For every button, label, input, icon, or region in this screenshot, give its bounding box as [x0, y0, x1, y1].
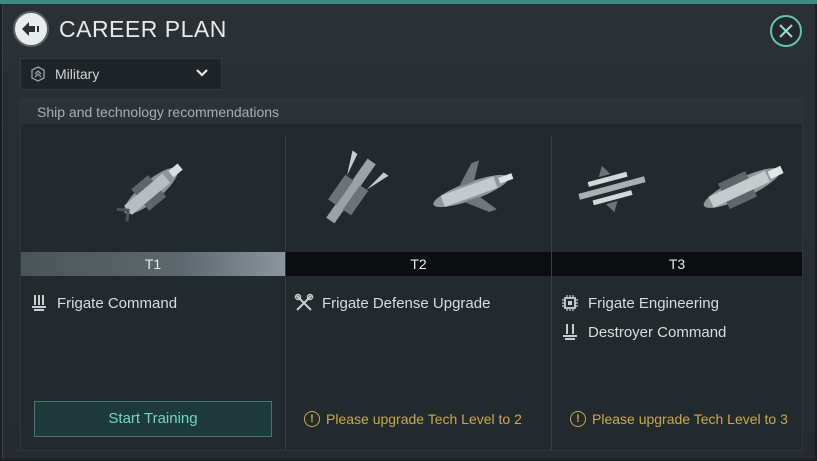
- wrench-icon: [294, 293, 314, 313]
- close-button[interactable]: [770, 15, 802, 47]
- tier-t1-tab[interactable]: T1: [21, 252, 285, 276]
- page-title: CAREER PLAN: [59, 16, 227, 42]
- dropdown-selected-value: Military: [55, 66, 100, 82]
- career-plan-window: CAREER PLAN Military Ship and technology…: [2, 4, 815, 459]
- frigate-ship-image[interactable]: [552, 136, 802, 248]
- command-icon: [29, 293, 49, 313]
- back-arrow-icon: [21, 21, 41, 37]
- chevron-down-icon: [195, 68, 209, 78]
- start-training-button[interactable]: Start Training: [34, 401, 272, 437]
- career-dropdown[interactable]: Military: [20, 58, 222, 90]
- tier-t3-tab[interactable]: T3: [552, 252, 802, 276]
- command-icon: [560, 322, 580, 342]
- panel-heading: Ship and technology recommendations: [21, 100, 802, 124]
- recommendations-panel: Ship and technology recommendations T1 F…: [20, 99, 803, 451]
- tier-t2-tab[interactable]: T2: [286, 252, 551, 276]
- skill-destroyer-command[interactable]: Destroyer Command: [560, 322, 726, 342]
- back-button[interactable]: [13, 11, 49, 47]
- ship-images: [21, 136, 285, 248]
- skill-label: Frigate Engineering: [588, 294, 719, 312]
- close-icon: [779, 24, 793, 38]
- tier-column-t2: T2 Frigate Defense Upgrade ! Please upgr…: [286, 136, 551, 450]
- skill-label: Frigate Command: [57, 294, 178, 312]
- warning-text: Please upgrade Tech Level to 2: [326, 411, 522, 427]
- chip-icon: [560, 293, 580, 313]
- warning-text: Please upgrade Tech Level to 3: [592, 411, 788, 427]
- tech-level-warning: ! Please upgrade Tech Level to 3: [570, 411, 788, 427]
- skill-frigate-defense-upgrade[interactable]: Frigate Defense Upgrade: [294, 293, 490, 313]
- tier-column-t1: T1 Frigate Command Start Training: [21, 136, 285, 450]
- skill-frigate-command[interactable]: Frigate Command: [29, 293, 177, 313]
- tech-level-warning: ! Please upgrade Tech Level to 2: [304, 411, 522, 427]
- skill-label: Frigate Defense Upgrade: [322, 294, 491, 312]
- skill-frigate-engineering[interactable]: Frigate Engineering: [560, 293, 719, 313]
- ship-images: [552, 136, 802, 248]
- skill-label: Destroyer Command: [588, 323, 727, 341]
- destroyer-ship-image[interactable]: [286, 136, 551, 248]
- frigate-ship-image[interactable]: [21, 136, 285, 248]
- warning-icon: !: [304, 411, 320, 427]
- military-icon: [29, 65, 47, 83]
- warning-icon: !: [570, 411, 586, 427]
- ship-images: [286, 136, 551, 248]
- tier-column-t3: T3 Frigate Engineering Destroyer Command…: [552, 136, 802, 450]
